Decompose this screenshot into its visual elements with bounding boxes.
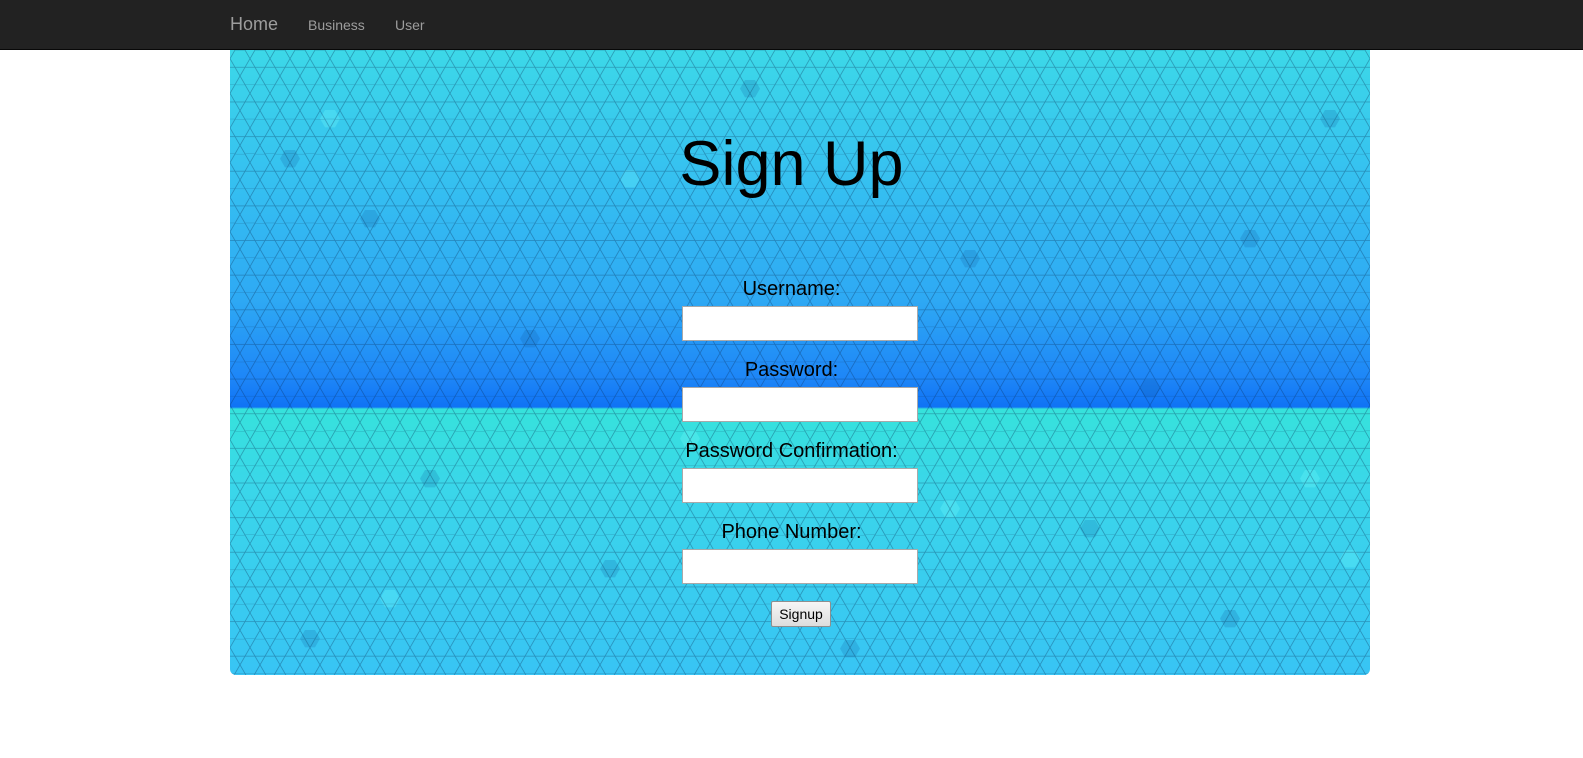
- phone-number-label: Phone Number:: [721, 521, 862, 543]
- username-input[interactable]: [682, 306, 918, 341]
- nav-user-link[interactable]: User: [395, 17, 425, 33]
- nav-home-link[interactable]: Home: [230, 14, 278, 35]
- username-label: Username:: [742, 278, 841, 300]
- phone-number-input[interactable]: [682, 549, 918, 584]
- nav-business-link[interactable]: Business: [308, 17, 365, 33]
- password-confirmation-input[interactable]: [682, 468, 918, 503]
- password-confirmation-label: Password Confirmation:: [685, 440, 898, 462]
- top-navbar: Home Business User: [0, 0, 1583, 50]
- password-input[interactable]: [682, 387, 918, 422]
- signup-button[interactable]: Signup: [771, 601, 831, 627]
- page-title: Sign Up: [679, 129, 904, 199]
- password-label: Password:: [744, 359, 839, 381]
